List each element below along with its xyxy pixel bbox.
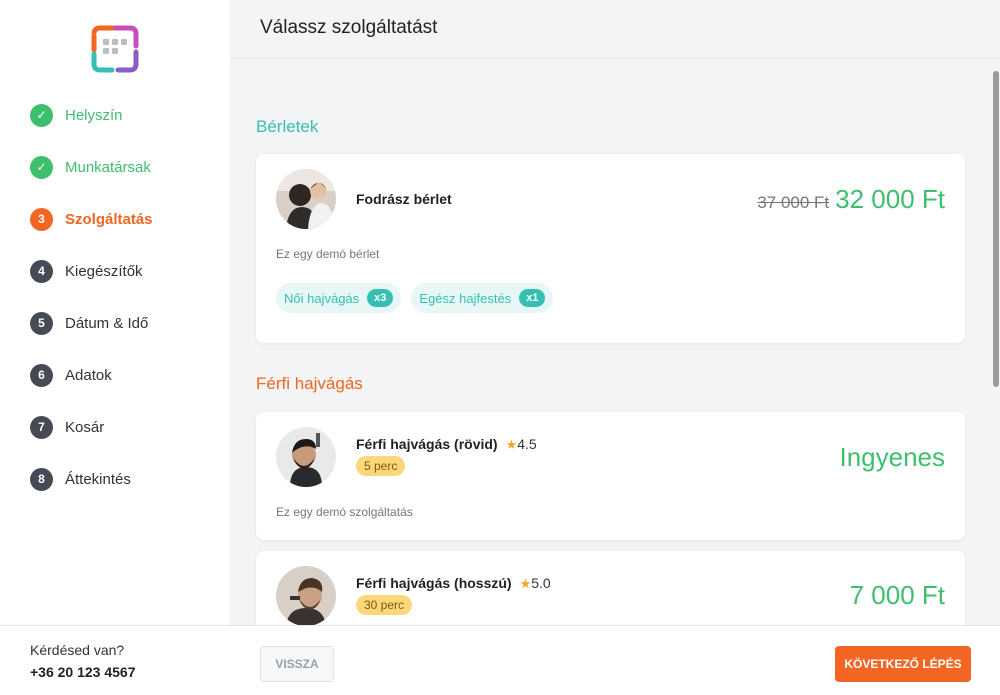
service-price: 37 000 Ft 32 000 Ft — [757, 184, 945, 215]
step-label: Munkatársak — [65, 158, 151, 176]
service-price: Ingyenes — [839, 442, 945, 472]
service-card-ferfi-rovid[interactable]: Férfi hajvágás (rövid) ★4.5 5 perc Ingyen… — [256, 412, 965, 540]
service-avatar — [276, 427, 336, 487]
service-description: Ez egy demó bérlet — [276, 247, 380, 261]
section-title-berletek: Bérletek — [256, 117, 319, 136]
rating-value: 5.0 — [531, 575, 551, 591]
service-name: Férfi hajvágás (rövid) ★4.5 — [356, 436, 537, 453]
duration-badge: 5 perc — [356, 456, 406, 476]
step-label: Kiegészítők — [65, 262, 143, 280]
service-list: Bérletek Fodrász bérlet 37 000 Ft 32 000 … — [230, 59, 1000, 625]
app-logo — [91, 25, 139, 73]
step-number: 6 — [30, 363, 53, 387]
service-card-ferfi-hosszu[interactable]: Férfi hajvágás (hosszú) ★5.0 30 perc 7 00… — [256, 551, 965, 625]
scroll-thumb[interactable] — [993, 71, 999, 387]
page-title: Válassz szolgáltatást — [260, 17, 438, 38]
service-name-text: Férfi hajvágás (hosszú) — [356, 575, 512, 591]
star-icon: ★ — [519, 576, 532, 591]
step-label: Dátum & Idő — [65, 314, 149, 332]
section-title-ferfi-hajvagas: Férfi hajvágás — [256, 374, 363, 393]
step-number: 4 — [30, 259, 53, 283]
step-list: ✓ Helyszín ✓ Munkatársak 3 Szolgáltatás … — [30, 102, 153, 518]
tag-label: Egész hajfestés — [419, 290, 512, 306]
step-label: Helyszín — [65, 106, 123, 124]
help-phone[interactable]: +36 20 123 4567 — [30, 664, 136, 680]
rating-value: 4.5 — [517, 436, 537, 452]
service-price: 7 000 Ft — [849, 580, 945, 610]
service-avatar — [276, 169, 336, 229]
included-service-tag: Egész hajfestés x1 — [411, 283, 554, 313]
step-label: Szolgáltatás — [65, 210, 153, 228]
rating: ★5.0 — [520, 575, 551, 591]
step-label: Kosár — [65, 418, 105, 436]
step-munkatarsak[interactable]: ✓ Munkatársak — [30, 154, 153, 180]
current-price: 32 000 Ft — [835, 184, 945, 214]
back-button[interactable]: VISSZA — [260, 646, 334, 682]
next-step-button[interactable]: KÖVETKEZŐ LÉPÉS — [835, 646, 971, 682]
star-icon: ★ — [505, 437, 518, 452]
step-adatok[interactable]: 6 Adatok — [30, 362, 153, 388]
step-datum-ido[interactable]: 5 Dátum & Idő — [30, 310, 153, 336]
service-avatar — [276, 566, 336, 625]
service-name: Fodrász bérlet — [356, 191, 452, 207]
step-kiegeszitok[interactable]: 4 Kiegészítők — [30, 258, 153, 284]
service-name-text: Férfi hajvágás (rövid) — [356, 436, 498, 452]
tag-count: x3 — [367, 289, 394, 307]
service-description: Ez egy demó szolgáltatás — [276, 505, 413, 519]
sidebar: ✓ Helyszín ✓ Munkatársak 3 Szolgáltatás … — [0, 0, 230, 625]
step-kosar[interactable]: 7 Kosár — [30, 414, 153, 440]
included-service-tag: Női hajvágás x3 — [276, 283, 402, 313]
step-label: Adatok — [65, 366, 112, 384]
check-icon: ✓ — [30, 155, 53, 179]
step-number: 5 — [30, 311, 53, 335]
step-szolgaltatas[interactable]: 3 Szolgáltatás — [30, 206, 153, 232]
step-number: 7 — [30, 415, 53, 439]
step-helyszin[interactable]: ✓ Helyszín — [30, 102, 153, 128]
service-name: Férfi hajvágás (hosszú) ★5.0 — [356, 575, 551, 592]
check-icon: ✓ — [30, 103, 53, 127]
step-attekintes[interactable]: 8 Áttekintés — [30, 466, 153, 492]
step-number: 3 — [30, 207, 53, 231]
old-price: 37 000 Ft — [757, 193, 830, 212]
scrollbar[interactable] — [990, 59, 1000, 625]
footer: Kérdésed van? +36 20 123 4567 VISSZA KÖV… — [0, 625, 1000, 695]
help-question: Kérdésed van? — [30, 642, 125, 658]
step-label: Áttekintés — [65, 470, 131, 488]
rating: ★4.5 — [506, 436, 537, 452]
tag-label: Női hajvágás — [284, 290, 360, 306]
duration-badge: 30 perc — [356, 595, 413, 615]
step-number: 8 — [30, 467, 53, 491]
included-services: Női hajvágás x3 Egész hajfestés x1 — [276, 283, 554, 313]
tag-count: x1 — [519, 289, 546, 307]
page-header: Válassz szolgáltatást — [230, 0, 1000, 59]
service-card-fodrasz-berlet[interactable]: Fodrász bérlet 37 000 Ft 32 000 Ft Ez egy… — [256, 154, 965, 343]
